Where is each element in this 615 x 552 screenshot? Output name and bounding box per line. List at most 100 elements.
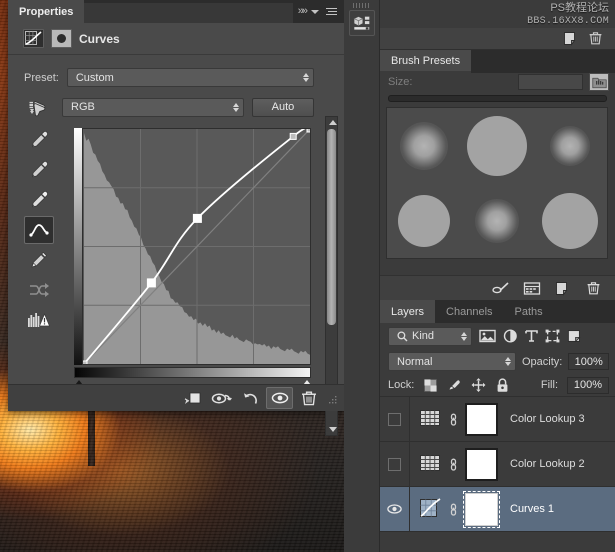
link-layers-icon[interactable] xyxy=(446,456,460,472)
brush-preset-folder-icon[interactable] xyxy=(589,73,609,91)
chevron-updown-icon xyxy=(233,102,239,112)
soft-round-small-brush[interactable] xyxy=(550,125,591,166)
on-image-adjustment-icon[interactable] xyxy=(24,96,54,124)
layer-mask-thumbnail[interactable] xyxy=(465,402,498,436)
brush-size-input[interactable] xyxy=(518,74,583,90)
delete-layer-icon[interactable] xyxy=(588,31,603,46)
filter-adjustment-layers-icon[interactable] xyxy=(503,329,518,343)
scroll-up-icon[interactable] xyxy=(329,120,337,125)
hard-round-medium-brush[interactable] xyxy=(397,194,450,247)
resize-grip-icon[interactable] xyxy=(324,391,338,405)
preset-label: Preset: xyxy=(24,71,59,84)
layer-visibility-toggle[interactable] xyxy=(380,397,410,441)
tab-brush-presets[interactable]: Brush Presets xyxy=(380,50,472,71)
soft-round-medium-brush[interactable] xyxy=(474,198,519,243)
clip-to-layer-icon[interactable] xyxy=(179,387,206,409)
curves-graph[interactable] xyxy=(74,128,311,365)
histogram-clipping-warning-icon[interactable] xyxy=(24,306,54,334)
color-lookup-icon[interactable] xyxy=(419,452,443,476)
curves-graph-plot[interactable] xyxy=(74,128,311,365)
curve-control-point[interactable] xyxy=(192,213,202,223)
panel-drag-grip[interactable] xyxy=(353,3,371,8)
table-row[interactable]: Color Lookup 2 xyxy=(380,442,615,487)
tab-properties[interactable]: Properties xyxy=(8,0,85,23)
properties-bottom-toolbar xyxy=(8,384,344,411)
chevron-down-icon[interactable] xyxy=(311,9,319,14)
curve-control-point[interactable] xyxy=(306,129,310,133)
layer-visibility-eye-icon[interactable] xyxy=(380,487,410,531)
smooth-curve-icon[interactable] xyxy=(24,276,54,304)
blend-mode-dropdown[interactable]: Normal xyxy=(388,352,516,371)
toggle-brush-icon[interactable] xyxy=(487,277,514,299)
black-point-eyedropper-icon[interactable] xyxy=(24,126,54,154)
preset-row: Preset: Custom xyxy=(24,68,314,87)
brush-presets-grid[interactable] xyxy=(386,107,608,259)
magnifier-icon xyxy=(397,330,408,342)
layer-filter-row: Kind xyxy=(380,323,615,349)
properties-tab-empty-area xyxy=(84,3,293,23)
table-row[interactable]: Color Lookup 3 xyxy=(380,397,615,442)
curve-point-tool-icon[interactable] xyxy=(24,216,54,244)
tab-channels[interactable]: Channels xyxy=(435,300,504,323)
preset-value: Custom xyxy=(75,71,114,84)
curve-control-point[interactable] xyxy=(289,132,297,140)
mini-bridge-3d-icon[interactable] xyxy=(349,10,375,36)
panel-menu-icon[interactable] xyxy=(326,7,337,16)
curves-icon[interactable] xyxy=(419,497,443,521)
hard-round-large-brush[interactable] xyxy=(542,192,599,249)
layer-list: Color Lookup 3 Color Lookup 2 Curves 1 xyxy=(380,397,615,532)
lock-position-icon[interactable] xyxy=(471,378,486,393)
reset-adjustment-icon[interactable] xyxy=(237,387,264,409)
color-lookup-icon[interactable] xyxy=(419,407,443,431)
delete-brush-preset-icon[interactable] xyxy=(580,277,607,299)
auto-button[interactable]: Auto xyxy=(252,97,314,117)
new-brush-preset-icon[interactable] xyxy=(549,277,576,299)
brush-size-slider[interactable] xyxy=(388,95,607,102)
filter-smart-object-icon[interactable] xyxy=(567,329,582,343)
white-point-eyedropper-icon[interactable] xyxy=(24,186,54,214)
filter-shape-layers-icon[interactable] xyxy=(545,329,560,343)
opacity-input[interactable]: 100% xyxy=(568,353,609,370)
layer-mask-thumbnail[interactable] xyxy=(465,447,498,481)
page-title: Curves xyxy=(79,31,120,46)
layer-mask-icon[interactable] xyxy=(51,29,72,48)
channel-dropdown[interactable]: RGB xyxy=(62,97,244,117)
lock-row: Lock: Fill: 100% xyxy=(380,374,615,397)
soft-round-brush[interactable] xyxy=(399,121,448,170)
tab-layers[interactable]: Layers xyxy=(380,300,436,323)
scrollbar-thumb[interactable] xyxy=(327,129,336,325)
layer-visibility-toggle[interactable] xyxy=(380,442,410,486)
layer-mask-thumbnail[interactable] xyxy=(463,490,500,528)
curve-control-point[interactable] xyxy=(146,278,156,288)
layers-panel: Layers Channels Paths Kind Normal Opacit… xyxy=(380,300,615,552)
preset-dropdown[interactable]: Custom xyxy=(66,68,314,87)
curves-icon[interactable] xyxy=(23,29,44,48)
brush-presets-bottom-toolbar xyxy=(380,275,615,300)
curves-plot-svg[interactable] xyxy=(75,129,310,364)
new-layer-icon[interactable] xyxy=(563,31,579,46)
toggle-layer-visibility-icon[interactable] xyxy=(266,387,293,409)
table-row[interactable]: Curves 1 xyxy=(380,487,615,532)
filter-type-layers-icon[interactable] xyxy=(525,329,538,343)
double-chevron-right-icon[interactable]: »» xyxy=(298,6,308,17)
lock-transparent-pixels-icon[interactable] xyxy=(423,378,438,393)
brush-panel-icon[interactable] xyxy=(518,277,545,299)
hard-round-brush[interactable] xyxy=(466,115,527,176)
tab-paths[interactable]: Paths xyxy=(503,300,554,323)
view-previous-state-icon[interactable] xyxy=(208,387,235,409)
link-layers-icon[interactable] xyxy=(446,501,460,517)
gray-point-eyedropper-icon[interactable] xyxy=(24,156,54,184)
lock-all-icon[interactable] xyxy=(495,377,510,393)
blend-mode-row: Normal Opacity: 100% xyxy=(380,349,615,374)
properties-tabstrip: Properties »» xyxy=(8,0,344,23)
scroll-down-icon[interactable] xyxy=(329,427,337,432)
lock-image-pixels-icon[interactable] xyxy=(447,378,462,393)
link-layers-icon[interactable] xyxy=(446,411,460,427)
filter-pixel-layers-icon[interactable] xyxy=(479,329,496,343)
pencil-draw-curve-icon[interactable] xyxy=(24,246,54,274)
properties-header-icons: »» xyxy=(292,0,344,23)
fill-input[interactable]: 100% xyxy=(567,376,609,394)
layers-tabs-empty-area xyxy=(553,300,615,323)
delete-adjustment-layer-icon[interactable] xyxy=(295,387,322,409)
layer-kind-filter[interactable]: Kind xyxy=(388,326,472,346)
